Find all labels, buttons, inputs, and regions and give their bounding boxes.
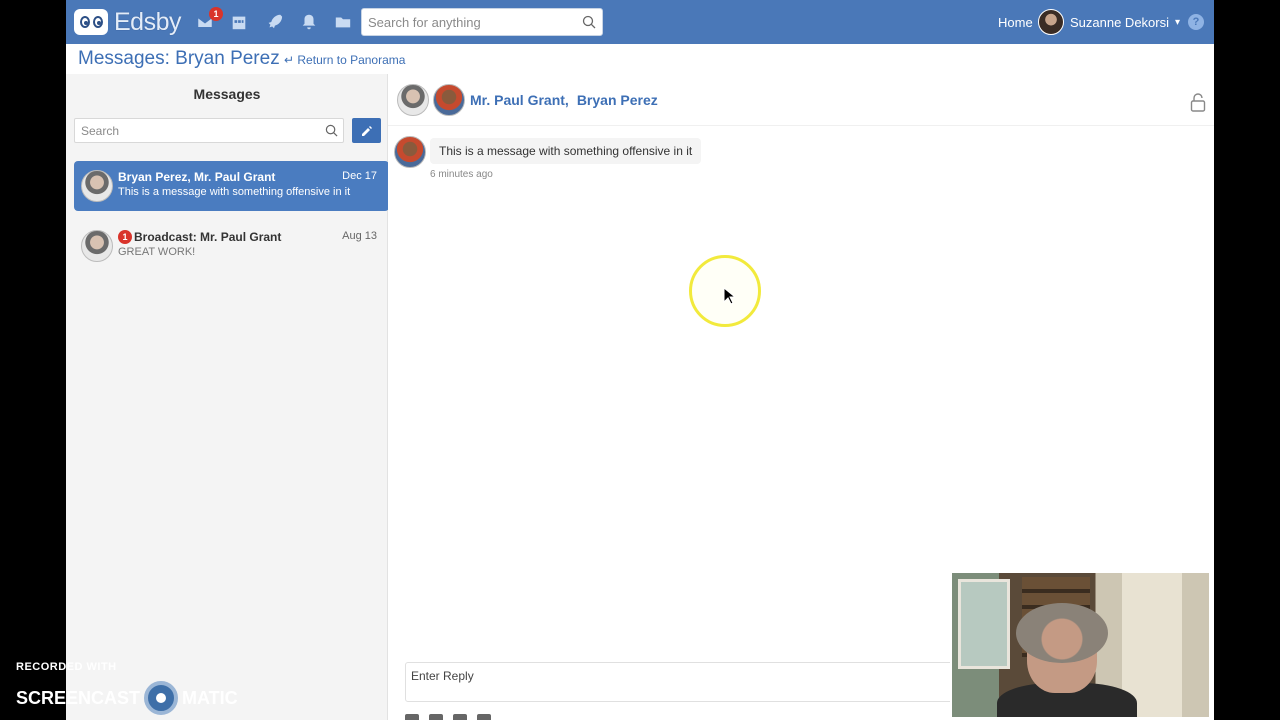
screencast-o-matic-logo: SCREENCAST MATIC xyxy=(16,681,238,715)
mail-icon[interactable]: 1 xyxy=(195,7,223,32)
avatar xyxy=(397,84,429,116)
thread-header: Mr. Paul Grant, Bryan Perez xyxy=(388,74,1214,126)
search-icon[interactable] xyxy=(325,124,338,137)
user-avatar xyxy=(1038,9,1064,35)
message-search-input[interactable] xyxy=(75,119,315,142)
conversation-names: Broadcast: Mr. Paul Grant xyxy=(134,230,282,244)
brand-right: MATIC xyxy=(182,687,238,708)
edsby-logo[interactable]: Edsby xyxy=(74,7,181,37)
participant-separator: , xyxy=(564,92,569,108)
brand-left: SCREENCAST xyxy=(16,687,141,708)
camera-icon[interactable] xyxy=(405,714,419,720)
sidebar-title: Messages xyxy=(193,86,261,102)
unread-badge: 1 xyxy=(118,230,132,244)
folder-icon[interactable] xyxy=(333,12,353,32)
user-menu[interactable]: Suzanne Dekorsi ▾ xyxy=(1038,9,1180,35)
conversation-date: Dec 17 xyxy=(342,170,377,182)
messages-sidebar: Messages Bryan Perez, Mr. Paul Grant Dec… xyxy=(66,74,389,720)
bell-icon[interactable] xyxy=(299,12,319,32)
conversation-date: Aug 13 xyxy=(342,230,377,242)
participant-name[interactable]: Bryan Perez xyxy=(577,92,658,108)
mouse-cursor-icon xyxy=(723,287,735,305)
avatar xyxy=(394,136,426,168)
logo-eyes-icon xyxy=(74,9,108,35)
conversation-preview: This is a message with something offensi… xyxy=(118,186,351,198)
lock-icon[interactable] xyxy=(1190,92,1206,112)
message-bubble: This is a message with something offensi… xyxy=(430,138,702,164)
avatar xyxy=(81,230,113,262)
rocket-icon[interactable] xyxy=(264,12,284,32)
thread-participants: Mr. Paul Grant, Bryan Perez xyxy=(470,92,658,108)
avatar xyxy=(81,170,113,202)
home-link[interactable]: Home xyxy=(998,15,1033,30)
help-icon[interactable]: ? xyxy=(1188,14,1204,30)
conversation-preview: GREAT WORK! xyxy=(118,246,196,258)
page-title: Messages: Bryan Perez xyxy=(78,48,280,69)
compose-button[interactable] xyxy=(352,118,381,143)
global-search-input[interactable] xyxy=(362,9,572,35)
conversation-item[interactable]: 1 Broadcast: Mr. Paul Grant Aug 13 GREAT … xyxy=(74,221,389,271)
participant-name[interactable]: Mr. Paul Grant xyxy=(470,92,565,108)
reply-toolbar xyxy=(405,714,491,720)
avatar xyxy=(433,84,465,116)
microphone-icon[interactable] xyxy=(453,714,467,720)
return-to-panorama-link[interactable]: ↵ Return to Panorama xyxy=(284,53,405,67)
search-icon[interactable] xyxy=(582,15,596,29)
attach-icon[interactable] xyxy=(477,714,491,720)
calendar-icon[interactable] xyxy=(229,12,249,32)
video-icon[interactable] xyxy=(429,714,443,720)
recorded-with-label: RECORDED WITH xyxy=(16,661,117,673)
page-header: Messages: Bryan Perez ↵ Return to Panora… xyxy=(66,44,1214,74)
global-search[interactable] xyxy=(361,8,603,36)
conversation-names-wrapper: 1 Broadcast: Mr. Paul Grant xyxy=(118,230,281,244)
user-name: Suzanne Dekorsi xyxy=(1070,14,1169,30)
message-item: This is a message with something offensi… xyxy=(394,136,794,186)
reply-input[interactable]: Enter Reply xyxy=(405,662,965,702)
webcam-overlay xyxy=(950,571,1211,719)
conversation-names: Bryan Perez, Mr. Paul Grant xyxy=(118,170,276,184)
record-icon xyxy=(144,681,179,715)
mail-badge: 1 xyxy=(209,7,223,21)
message-timestamp: 6 minutes ago xyxy=(430,169,493,180)
chevron-down-icon: ▾ xyxy=(1175,16,1181,28)
logo-text: Edsby xyxy=(114,7,181,36)
pencil-icon xyxy=(361,125,372,136)
top-navigation-bar: Edsby 1 Home Suzanne Dekorsi ▾ ? xyxy=(66,0,1214,44)
conversation-item[interactable]: Bryan Perez, Mr. Paul Grant Dec 17 This … xyxy=(74,161,389,211)
message-search[interactable] xyxy=(74,118,344,143)
